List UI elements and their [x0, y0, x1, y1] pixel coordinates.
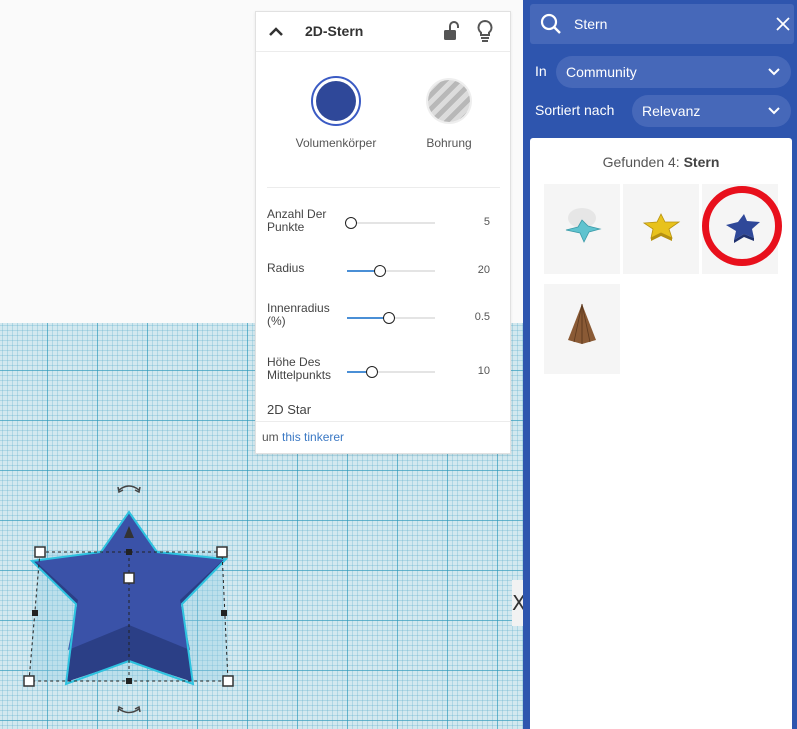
- param-row: Innenradius (%) 0.5: [267, 302, 502, 334]
- navy-star-icon: [726, 214, 760, 243]
- slider-knob[interactable]: [373, 265, 386, 277]
- search-input[interactable]: [574, 12, 764, 36]
- solid-color-swatch: [316, 81, 356, 121]
- shapes-panel: In Community Sortiert nach Relevanz Gefu…: [523, 0, 797, 729]
- hole-mode-button[interactable]: Bohrung: [394, 76, 504, 150]
- param-slider[interactable]: [347, 265, 435, 277]
- author-link[interactable]: this tinkerer: [282, 430, 344, 444]
- shape-name: 2D Star: [267, 402, 312, 417]
- center-handle[interactable]: [123, 572, 135, 584]
- inspector-title: 2D-Stern: [305, 23, 364, 39]
- selected-star-shape[interactable]: [0, 470, 260, 729]
- solid-mode-button[interactable]: Volumenkörper: [281, 76, 391, 150]
- shape-inspector: 2D-Stern Volumenkörper Bohrung Anzahl De…: [255, 11, 511, 454]
- result-tile[interactable]: [623, 184, 699, 274]
- result-tile[interactable]: [544, 284, 620, 374]
- edge-handle[interactable]: [221, 610, 227, 616]
- search-box[interactable]: [530, 4, 794, 44]
- solid-label: Volumenkörper: [295, 136, 377, 150]
- corner-handle[interactable]: [34, 546, 46, 558]
- search-icon: [540, 13, 561, 34]
- param-value[interactable]: 20: [478, 264, 490, 276]
- param-row: Höhe Des Mittelpunkts 10: [267, 356, 502, 388]
- param-label: Radius: [267, 261, 305, 275]
- edge-handle[interactable]: [32, 610, 38, 616]
- param-value[interactable]: 0.5: [475, 311, 490, 323]
- inspector-header: 2D-Stern: [256, 12, 510, 52]
- hole-swatch: [428, 80, 470, 122]
- search-results: Gefunden 4: Stern: [530, 138, 792, 729]
- source-dropdown[interactable]: Community: [556, 56, 791, 88]
- unlock-icon[interactable]: [442, 20, 460, 42]
- footer-prefix: um: [262, 430, 279, 444]
- param-value[interactable]: 5: [484, 216, 490, 228]
- chevron-down-icon: [768, 68, 780, 76]
- inspector-divider: [267, 187, 500, 188]
- brown-cone-star-icon: [568, 303, 596, 344]
- chevron-up-icon[interactable]: [266, 22, 286, 42]
- results-heading: Gefunden 4: Stern: [530, 154, 792, 170]
- hole-label: Bohrung: [426, 136, 472, 150]
- source-dropdown-value: Community: [566, 64, 637, 80]
- slider-knob[interactable]: [365, 366, 378, 378]
- param-slider[interactable]: [345, 217, 435, 229]
- param-row: Radius 20: [267, 262, 502, 294]
- param-slider[interactable]: [347, 312, 435, 324]
- rotate-top-icon[interactable]: [118, 485, 140, 491]
- results-query: Stern: [683, 154, 720, 170]
- param-label: Innenradius (%): [267, 301, 330, 328]
- solid-swatch-ring: [311, 76, 361, 126]
- slider-knob[interactable]: [383, 312, 396, 324]
- result-tile[interactable]: [544, 184, 620, 274]
- param-value[interactable]: 10: [478, 365, 490, 377]
- result-tile[interactable]: [702, 184, 778, 274]
- sort-label: Sortiert nach: [535, 102, 615, 118]
- edge-tab[interactable]: X: [512, 580, 523, 626]
- param-label: Höhe Des Mittelpunkts: [267, 355, 332, 382]
- param-slider[interactable]: [347, 366, 435, 378]
- sort-dropdown-value: Relevanz: [642, 103, 701, 119]
- sort-dropdown[interactable]: Relevanz: [632, 95, 791, 127]
- edge-handle[interactable]: [126, 549, 132, 555]
- in-filter-label: In: [535, 63, 547, 79]
- corner-handle[interactable]: [222, 675, 234, 687]
- lightbulb-icon[interactable]: [476, 19, 494, 43]
- results-count: Gefunden 4:: [602, 154, 680, 170]
- yellow-star-icon: [642, 213, 681, 241]
- edge-handle[interactable]: [126, 678, 132, 684]
- close-icon[interactable]: [775, 16, 791, 32]
- rotate-bottom-icon[interactable]: [118, 708, 140, 714]
- param-row: Anzahl Der Punkte 5: [267, 208, 502, 240]
- param-label: Anzahl Der Punkte: [267, 207, 327, 234]
- hole-swatch-ring: [424, 76, 474, 126]
- slider-knob[interactable]: [345, 217, 358, 229]
- teal-star-icon: [565, 208, 602, 243]
- corner-handle[interactable]: [216, 546, 228, 558]
- corner-handle[interactable]: [23, 675, 35, 687]
- chevron-down-icon: [768, 107, 780, 115]
- inspector-footer: um this tinkerer: [256, 421, 510, 453]
